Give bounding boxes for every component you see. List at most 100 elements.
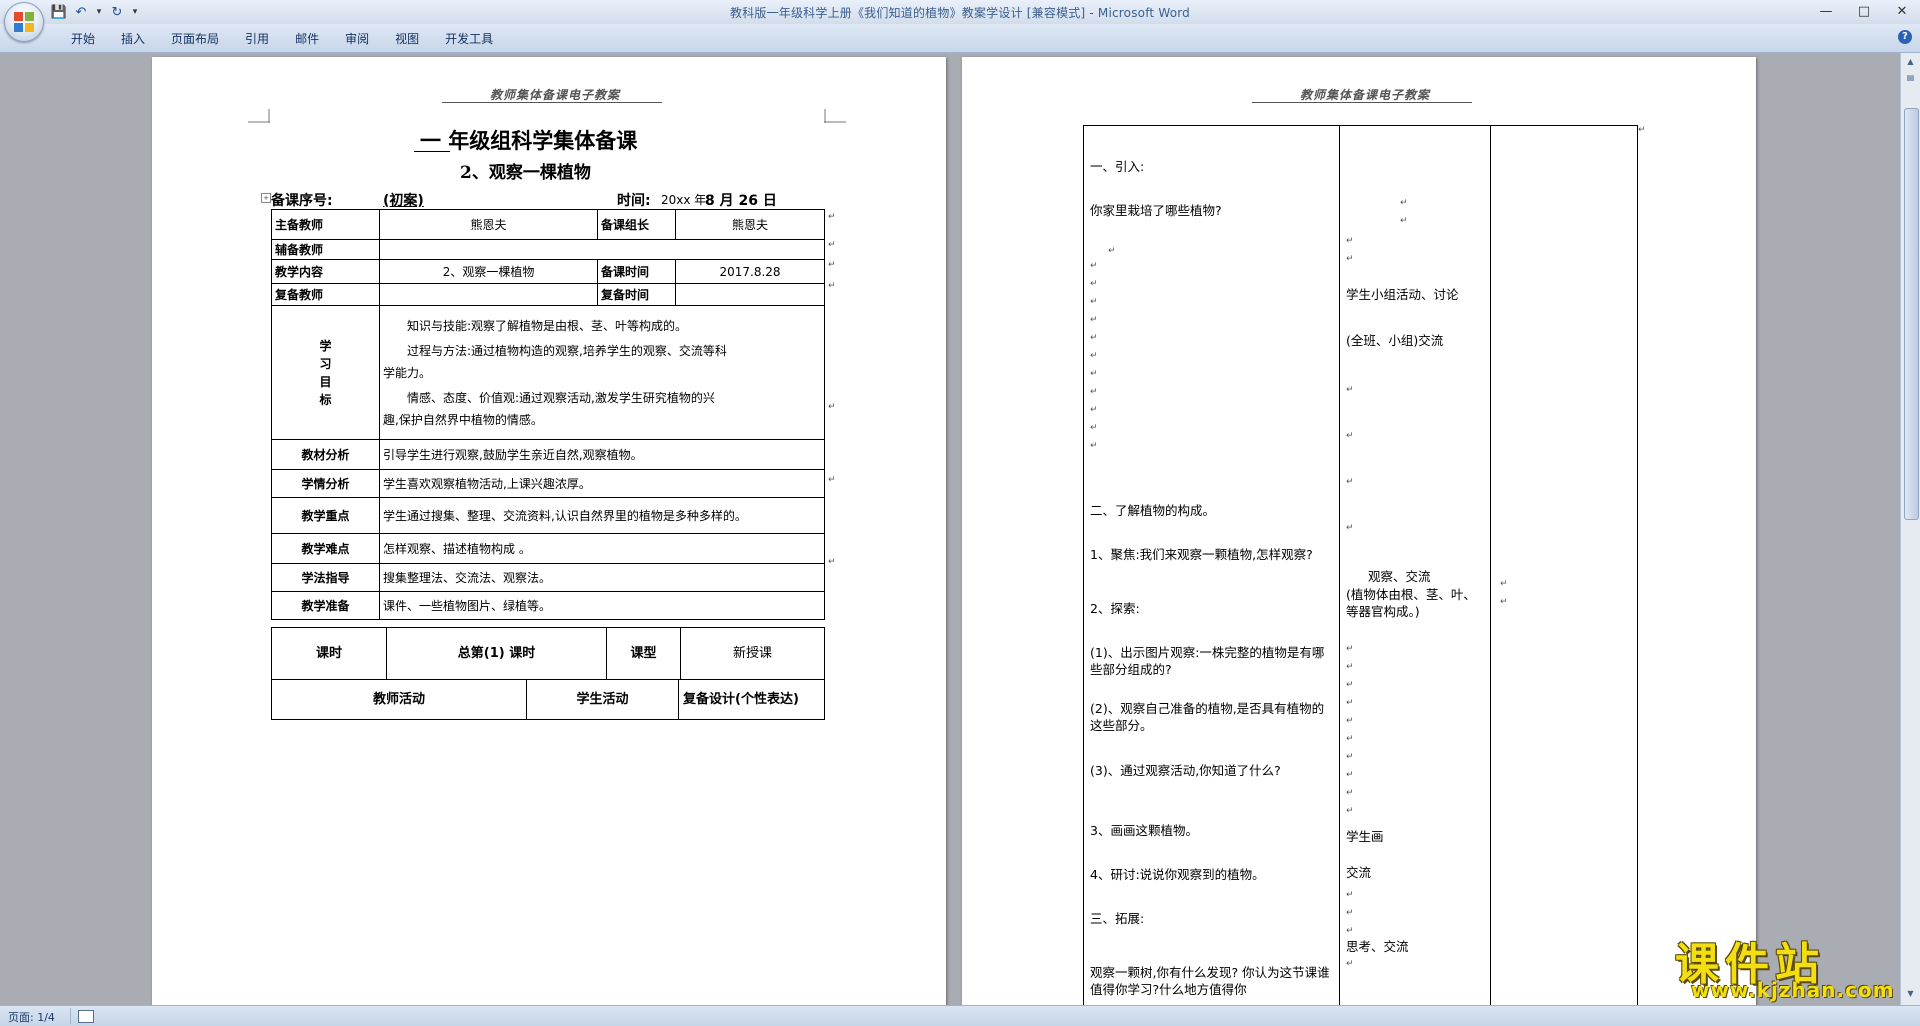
paragraph-mark: ↵ — [1346, 477, 1354, 487]
tab-home[interactable]: 开始 — [58, 30, 108, 48]
row-end-mark: ↵ — [828, 212, 836, 222]
paragraph-mark: ↵ — [1346, 385, 1354, 395]
tab-view[interactable]: 视图 — [382, 30, 432, 48]
row-value-preparation[interactable]: 课件、一些植物图片、绿植等。 — [378, 591, 826, 620]
student-item: 学生画 — [1346, 829, 1384, 844]
teacher-item: 二、了解植物的构成。 — [1090, 503, 1216, 518]
seq-value: (初案) — [383, 193, 424, 209]
student-item: (植物体由根、茎、叶、等器官构成。) — [1346, 587, 1476, 619]
paragraph-mark: ↵ — [1500, 597, 1508, 607]
row-end-mark: ↵ — [828, 475, 836, 485]
group-leader-value[interactable]: 熊恩夫 — [675, 209, 826, 240]
row-label-students: 学情分析 — [271, 469, 380, 498]
window-controls: — □ ✕ — [1814, 2, 1914, 20]
total-hours[interactable]: 总第(1) 课时 — [386, 627, 607, 680]
ribbon: 开始 插入 页面布局 引用 邮件 审阅 视图 开发工具 ? — [0, 24, 1920, 53]
teacher-item: (2)、观察自己准备的植物,是否具有植物的这些部分。 — [1090, 701, 1325, 733]
help-icon[interactable]: ? — [1898, 30, 1912, 44]
row-label-focus: 教学重点 — [271, 497, 380, 534]
content-value[interactable]: 2、观察一棵植物 — [378, 259, 599, 284]
window-title: 教科版一年级科学上册《我们知道的植物》教案学设计 [兼容模式] - Micros… — [729, 6, 1190, 20]
prep-time-label: 备课时间 — [597, 259, 677, 284]
title-bar: 💾 ↶ ▾ ↻ ▾ 教科版一年级科学上册《我们知道的植物》教案学设计 [兼容模式… — [0, 0, 1920, 24]
student-item: 观察、交流 — [1368, 569, 1431, 584]
objectives-content[interactable]: 知识与技能:观察了解植物是由根、茎、叶等构成的。 过程与方法:通过植物构造的观察… — [378, 305, 826, 440]
minimize-icon[interactable]: — — [1814, 2, 1838, 20]
row-end-mark: ↵ — [828, 260, 836, 270]
teacher-activity-cell[interactable]: 一、引入: 你家里栽培了哪些植物? ↵ ↵ ↵ ↵ ↵ ↵ ↵ ↵ ↵ ↵ ↵ ↵ 二、了解植物的构… — [1083, 125, 1340, 1005]
tab-insert[interactable]: 插入 — [108, 30, 158, 48]
teacher-item: 观察一颗树,你有什么发现? 你认为这节课谁值得你学习?什么地方值得你 — [1090, 965, 1330, 997]
tab-references[interactable]: 引用 — [232, 30, 282, 48]
page-count[interactable]: 页面: 1/4 — [8, 1009, 55, 1025]
row-value-students[interactable]: 学生喜欢观察植物活动,上课兴趣浓厚。 — [378, 469, 826, 498]
design-cell[interactable] — [1490, 125, 1638, 1005]
review-time-value[interactable] — [675, 283, 826, 306]
prep-time-value[interactable]: 2017.8.28 — [675, 259, 826, 284]
paragraph-marks: ↵ ↵ ↵ ↵ ↵ ↵ ↵ ↵ ↵ ↵ — [1346, 644, 1354, 816]
page-header: 教师集体备课电子教案 — [490, 88, 621, 102]
teacher-item: 你家里栽培了哪些植物? — [1090, 203, 1222, 218]
scrollbar-thumb[interactable] — [1904, 108, 1919, 520]
table-move-handle-icon[interactable]: + — [261, 193, 271, 203]
tab-page-layout[interactable]: 页面布局 — [158, 30, 232, 48]
watermark-url: www.kjzhan.com — [1691, 978, 1895, 1002]
content-label: 教学内容 — [271, 259, 380, 284]
tab-mailings[interactable]: 邮件 — [282, 30, 332, 48]
paragraph-mark: ↵ — [1346, 523, 1354, 533]
vertical-scrollbar[interactable]: ▲ ▤ ▼ — [1900, 53, 1920, 1005]
lesson-subtitle: 2、观察一棵植物 — [460, 163, 591, 183]
page-1[interactable]: 教师集体备课电子教案 一 年级组科学集体备课 2、观察一棵植物 + 备课序号: … — [152, 57, 946, 1005]
main-teacher-value[interactable]: 熊恩夫 — [378, 209, 599, 240]
row-label-difficulty: 教学难点 — [271, 533, 380, 564]
type-label: 课型 — [606, 627, 681, 680]
teacher-item: (1)、出示图片观察:一株完整的植物是有哪些部分组成的? — [1090, 645, 1325, 677]
teacher-item: 1、聚焦:我们来观察一颗植物,怎样观察? — [1090, 547, 1313, 562]
teacher-item: 一、引入: — [1090, 159, 1145, 174]
student-activity-header: 学生活动 — [526, 679, 679, 720]
student-activity-cell[interactable]: ↵ ↵ ↵ ↵ 学生小组活动、讨论 (全班、小组)交流 ↵ ↵ ↵ ↵ 观察、交流 … — [1339, 125, 1491, 1005]
document-area[interactable]: 教师集体备课电子教案 一 年级组科学集体备课 2、观察一棵植物 + 备课序号: … — [0, 53, 1900, 1005]
student-item: 学生小组活动、讨论 — [1346, 287, 1459, 302]
maximize-icon[interactable]: □ — [1852, 2, 1876, 20]
review-time-label: 复备时间 — [597, 283, 677, 306]
group-leader-label: 备课组长 — [597, 209, 677, 240]
close-icon[interactable]: ✕ — [1890, 2, 1914, 20]
row-value-focus[interactable]: 学生通过搜集、整理、交流资料,认识自然界里的植物是多种多样的。 — [378, 497, 826, 534]
row-label-material: 教材分析 — [271, 439, 380, 470]
ribbon-tabs: 开始 插入 页面布局 引用 邮件 审阅 视图 开发工具 — [58, 30, 506, 48]
status-divider — [70, 1008, 71, 1024]
crop-mark-right — [824, 109, 846, 123]
scroll-up-icon[interactable]: ▲ — [1904, 55, 1917, 69]
site-watermark: 课件站 www.kjzhan.com — [1669, 928, 1905, 1004]
proofing-icon[interactable] — [78, 1010, 94, 1023]
row-end-mark: ↵ — [828, 240, 836, 250]
office-button[interactable] — [4, 2, 44, 42]
review-teacher-value[interactable] — [378, 283, 599, 306]
scroll-down-icon[interactable]: ▼ — [1904, 987, 1917, 1001]
time-prefix: 20xx 年 — [661, 193, 707, 207]
review-teacher-label: 复备教师 — [271, 283, 380, 306]
ruler-toggle-icon[interactable]: ▤ — [1904, 71, 1917, 85]
row-value-method[interactable]: 搜集整理法、交流法、观察法。 — [378, 563, 826, 592]
row-end-mark: ↵ — [828, 402, 836, 412]
meta-line: + 备课序号: (初案) 时间: 20xx 年 8 月 26 日 — [261, 190, 831, 209]
row-value-difficulty[interactable]: 怎样观察、描述植物构成 。 — [378, 533, 826, 564]
paragraph-mark: ↵ — [1346, 431, 1354, 441]
time-value: 8 月 26 日 — [705, 193, 777, 209]
row-end-mark: ↵ — [828, 557, 836, 567]
assistant-teacher-value[interactable] — [378, 239, 826, 260]
paragraph-marks: ↵ ↵ — [1346, 236, 1354, 264]
main-teacher-label: 主备教师 — [271, 209, 380, 240]
assistant-teacher-label: 辅备教师 — [271, 239, 380, 260]
type-value[interactable]: 新授课 — [680, 627, 825, 680]
crop-mark-left — [248, 109, 270, 123]
paragraph-mark: ↵ — [1346, 959, 1354, 969]
page-2[interactable]: 教师集体备课电子教案 一、引入: 你家里栽培了哪些植物? ↵ ↵ ↵ ↵ ↵ ↵ ↵ ↵ ↵ ↵… — [962, 57, 1756, 1005]
tab-review[interactable]: 审阅 — [332, 30, 382, 48]
tab-developer[interactable]: 开发工具 — [432, 30, 506, 48]
header-underline — [1252, 102, 1472, 103]
design-header: 复备设计(个性表达) — [678, 679, 825, 720]
paragraph-marks: ↵ ↵ ↵ — [1346, 890, 1354, 936]
row-value-material[interactable]: 引导学生进行观察,鼓励学生亲近自然,观察植物。 — [378, 439, 826, 470]
